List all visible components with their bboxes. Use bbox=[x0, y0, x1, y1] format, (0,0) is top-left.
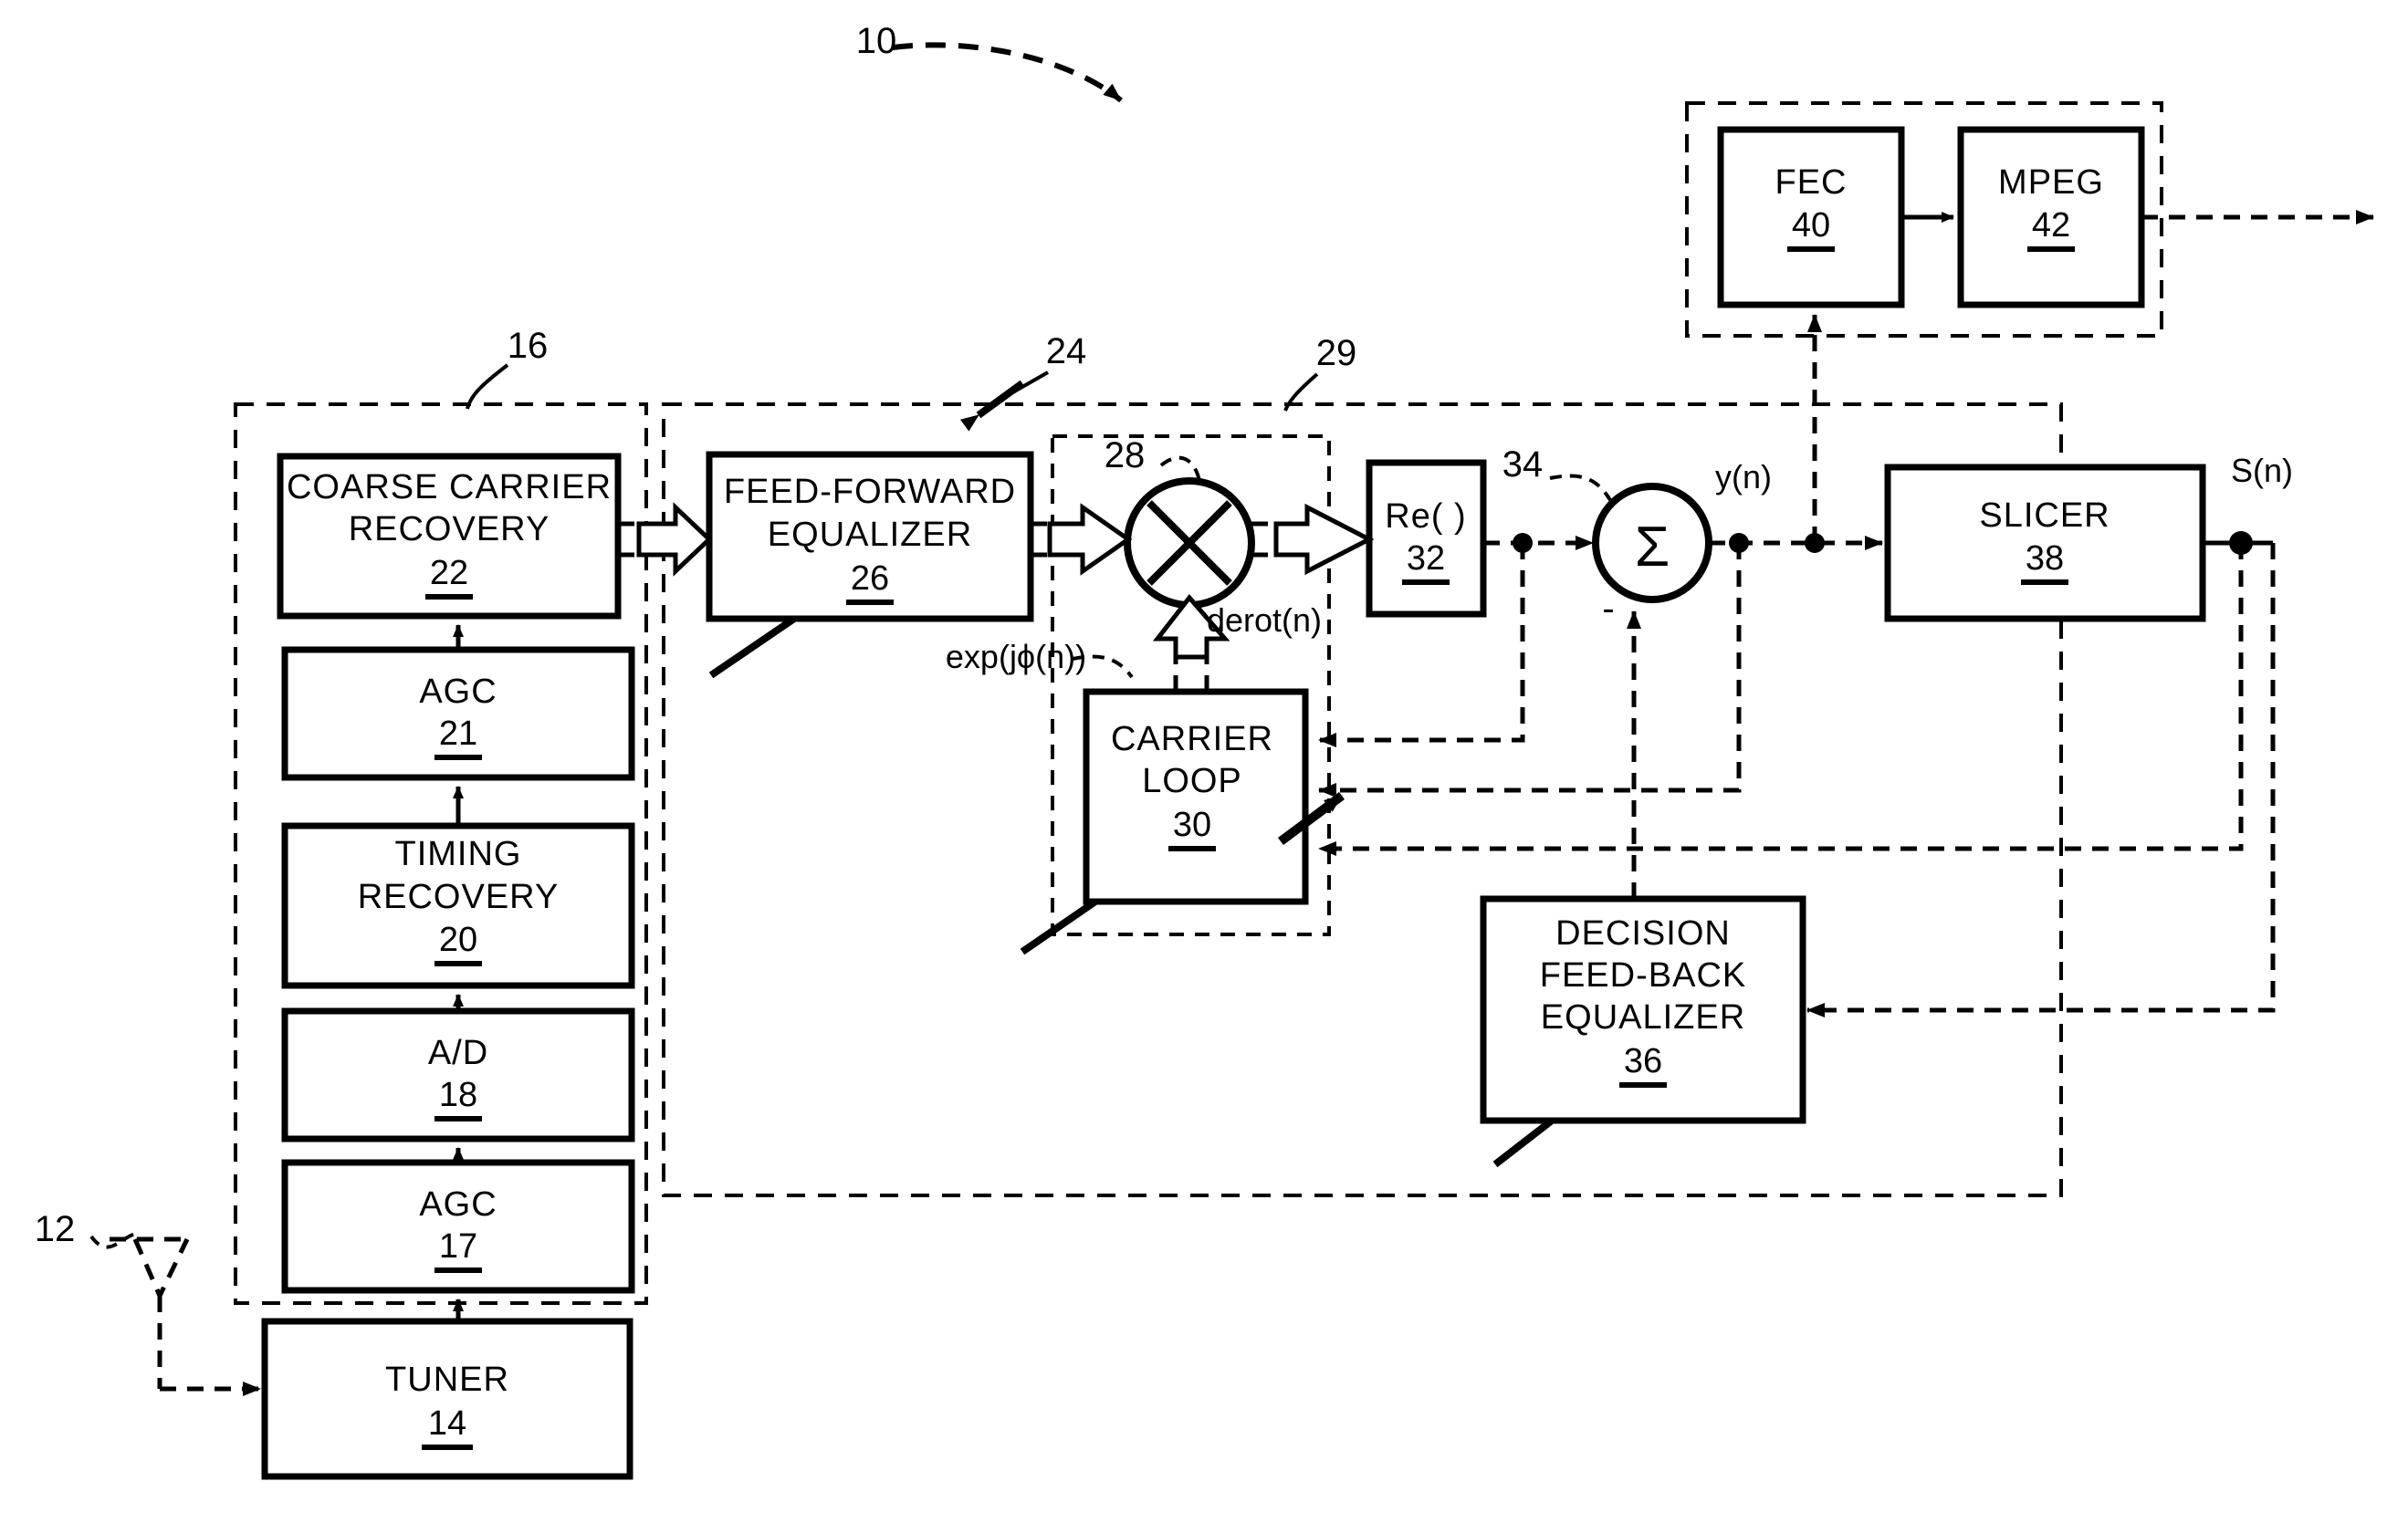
ref-29: 29 bbox=[1316, 333, 1357, 373]
label-tuner: TUNER bbox=[385, 1361, 509, 1399]
label-carrier-loop-30-l1: CARRIER bbox=[1111, 720, 1273, 758]
multiplier-glyph-icon: ✕ bbox=[1166, 514, 1213, 577]
label-ad-18: A/D bbox=[428, 1034, 488, 1072]
label-mpeg-42: MPEG bbox=[1998, 163, 2104, 202]
block-diagram-svg: TUNER 14 AGC 17 A/D 18 TIMING RECOVERY 2… bbox=[35, 21, 2374, 1480]
num-tuner: 14 bbox=[428, 1404, 466, 1443]
ref-28: 28 bbox=[1105, 435, 1146, 475]
block-tuner[interactable] bbox=[261, 1318, 633, 1480]
num-timing-recovery-20: 20 bbox=[439, 921, 477, 959]
label-ccr-22-l1: COARSE CARRIER bbox=[287, 468, 612, 506]
summer-glyph-icon: Σ bbox=[1635, 516, 1670, 579]
tick-carrier30 bbox=[1020, 898, 1098, 955]
num-agc-17: 17 bbox=[439, 1227, 477, 1266]
summer-minus-sign: - bbox=[1602, 589, 1614, 629]
label-s-of-n: S(n) bbox=[2231, 452, 2293, 489]
leader-34 bbox=[1549, 474, 1612, 502]
label-agc-21: AGC bbox=[419, 673, 497, 711]
tick-dfe36 bbox=[1492, 1117, 1555, 1168]
label-ffe-26-l2: EQUALIZER bbox=[768, 516, 972, 554]
leader-10 bbox=[892, 42, 1123, 103]
block-re-32[interactable] bbox=[1366, 459, 1487, 618]
tick-ffe26 bbox=[708, 615, 797, 679]
label-dfe-36-l1: DECISION bbox=[1555, 914, 1731, 953]
num-ad-18: 18 bbox=[439, 1076, 477, 1114]
label-ccr-22-l2: RECOVERY bbox=[349, 510, 550, 548]
num-carrier-loop-30: 30 bbox=[1173, 806, 1211, 844]
label-ffe-26-l1: FEED-FORWARD bbox=[724, 473, 1016, 511]
num-fec-40: 40 bbox=[1792, 206, 1830, 245]
num-dfe-36: 36 bbox=[1624, 1042, 1662, 1080]
ref-16: 16 bbox=[508, 326, 549, 366]
label-dfe-36-l2: FEED-BACK bbox=[1540, 956, 1746, 995]
label-re-32: Re( ) bbox=[1385, 497, 1466, 536]
leader-16 bbox=[466, 363, 509, 410]
ref-10: 10 bbox=[856, 21, 897, 61]
num-re-32: 32 bbox=[1407, 539, 1445, 578]
label-timing-recovery-20-l1: TIMING bbox=[395, 835, 522, 873]
label-y-of-n: y(n) bbox=[1715, 458, 1772, 495]
hollow-arrow-mult-re bbox=[1273, 503, 1375, 576]
label-dfe-36-l3: EQUALIZER bbox=[1541, 998, 1745, 1037]
ref-24: 24 bbox=[1046, 331, 1087, 371]
label-carrier-loop-30-l2: LOOP bbox=[1142, 762, 1242, 800]
ref-34: 34 bbox=[1502, 444, 1544, 485]
wire-antenna-symbol bbox=[110, 1236, 190, 1389]
num-ccr-22: 22 bbox=[430, 554, 468, 592]
patent-figure-canvas: TUNER 14 AGC 17 A/D 18 TIMING RECOVERY 2… bbox=[0, 0, 2408, 1523]
label-slicer-38: SLICER bbox=[1979, 496, 2110, 535]
num-slicer-38: 38 bbox=[2026, 539, 2064, 578]
leader-24-arrow bbox=[959, 380, 1025, 432]
label-agc-17: AGC bbox=[419, 1185, 497, 1224]
num-agc-21: 21 bbox=[439, 715, 477, 753]
hollow-arrow-ccr-ffe bbox=[636, 502, 713, 577]
label-timing-recovery-20-l2: RECOVERY bbox=[358, 878, 560, 916]
label-exp-phase: exp(jϕ(n)) bbox=[946, 638, 1086, 675]
label-fec-40: FEC bbox=[1775, 163, 1848, 202]
label-derot: derot(n) bbox=[1207, 601, 1322, 639]
ref-12-antenna: 12 bbox=[35, 1209, 76, 1249]
num-mpeg-42: 42 bbox=[2032, 206, 2070, 245]
num-ffe-26: 26 bbox=[851, 559, 889, 598]
hollow-arrow-ffe-mult bbox=[1047, 503, 1133, 576]
